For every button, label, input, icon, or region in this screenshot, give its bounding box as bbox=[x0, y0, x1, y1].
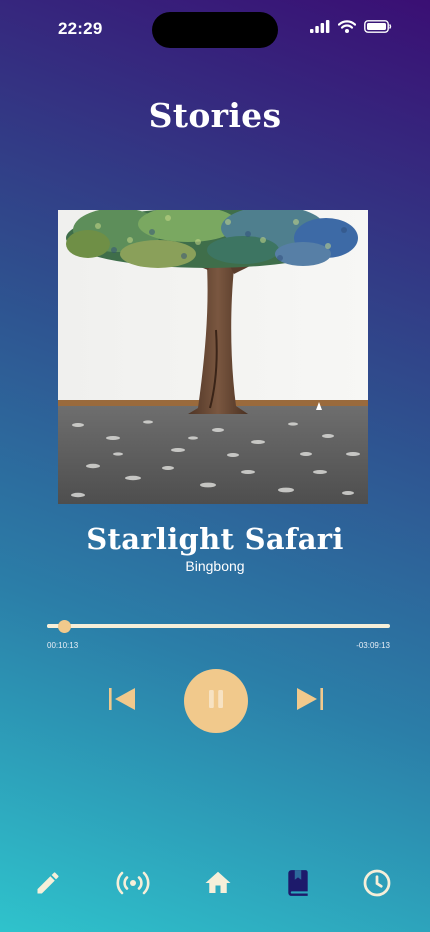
previous-button[interactable] bbox=[104, 684, 138, 718]
progress-thumb[interactable] bbox=[58, 620, 72, 633]
status-time: 22:29 bbox=[58, 19, 103, 38]
remaining-time: -03:09:13 bbox=[356, 641, 390, 650]
track-artist: Bingbong bbox=[185, 558, 245, 574]
wifi-icon bbox=[338, 20, 356, 33]
nav-item-write[interactable] bbox=[31, 868, 65, 902]
book-icon bbox=[285, 869, 311, 901]
nav-item-home[interactable] bbox=[201, 868, 235, 902]
cover-art bbox=[58, 210, 368, 504]
nav-item-live[interactable] bbox=[116, 868, 150, 902]
home-icon bbox=[203, 868, 233, 902]
nav-item-stories[interactable] bbox=[281, 868, 315, 902]
skip-previous-icon bbox=[106, 684, 136, 718]
next-button[interactable] bbox=[294, 684, 328, 718]
broadcast-icon bbox=[116, 869, 150, 901]
player-screen: 22:29 Stories Starlight Safari Bingbong … bbox=[0, 0, 430, 932]
elapsed-time: 00:10:13 bbox=[47, 641, 79, 650]
page-title: Stories bbox=[148, 96, 282, 135]
pencil-icon bbox=[34, 869, 62, 901]
nav-item-history[interactable] bbox=[360, 868, 394, 902]
progress-slider[interactable] bbox=[47, 620, 390, 633]
status-bar: 22:29 bbox=[0, 0, 430, 60]
battery-icon bbox=[364, 20, 392, 33]
cellular-signal-icon bbox=[310, 20, 330, 33]
pause-button[interactable] bbox=[184, 669, 248, 733]
status-icons bbox=[310, 20, 392, 33]
track-title: Starlight Safari bbox=[86, 522, 344, 556]
skip-next-icon bbox=[296, 684, 326, 718]
dynamic-island bbox=[152, 12, 278, 48]
pause-icon bbox=[205, 688, 227, 714]
progress-track bbox=[47, 624, 390, 628]
clock-icon bbox=[362, 868, 392, 902]
